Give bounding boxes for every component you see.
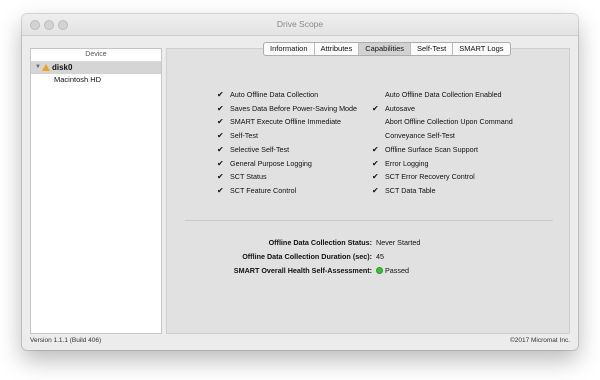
- checkmark-icon: ✔: [217, 117, 224, 127]
- health-value: Passed: [385, 266, 409, 275]
- copyright-label: ©2017 Micromat Inc.: [509, 337, 570, 344]
- offline-duration-label: Offline Data Collection Duration (sec):: [242, 252, 372, 261]
- capability-label: SCT Feature Control: [230, 185, 297, 195]
- capability-label: Error Logging: [385, 158, 429, 168]
- checkmark-icon: ✔: [372, 103, 379, 113]
- app-window: Drive Scope Device ▼ disk0 Macintosh HD …: [22, 14, 578, 350]
- checkmark-icon: ✔: [217, 158, 224, 168]
- checkmark-icon: ✔: [217, 90, 224, 99]
- offline-duration-value: 45: [376, 252, 384, 261]
- device-sidebar: Device ▼ disk0 Macintosh HD: [30, 48, 162, 334]
- version-label: Version 1.1.1 (Build 406): [30, 337, 102, 344]
- health-status-icon: [376, 267, 383, 274]
- checkmark-icon: ✔: [217, 144, 224, 154]
- tab-information[interactable]: Information: [264, 43, 315, 55]
- capability-label: SCT Error Recovery Control: [385, 172, 475, 182]
- tab-self-test[interactable]: Self-Test: [411, 43, 454, 55]
- capability-label: SCT Status: [230, 172, 267, 182]
- offline-status-value: Never Started: [376, 238, 421, 247]
- capability-label: General Purpose Logging: [230, 158, 312, 168]
- checkmark-icon: ✔: [372, 185, 379, 195]
- title-bar: Drive Scope: [22, 14, 578, 36]
- sidebar-item-macintosh-hd[interactable]: Macintosh HD: [31, 74, 161, 86]
- offline-duration-row: Offline Data Collection Duration (sec): …: [167, 251, 571, 262]
- capability-label: SCT Data Table: [385, 185, 436, 195]
- health-value-wrap: Passed: [376, 265, 409, 276]
- tab-attributes[interactable]: Attributes: [315, 43, 360, 55]
- section-divider: [185, 220, 553, 221]
- checkmark-icon: ✔: [217, 103, 224, 113]
- health-row: SMART Overall Health Self-Assessment: Pa…: [167, 265, 571, 276]
- disclosure-triangle-icon[interactable]: ▼: [35, 64, 41, 70]
- capability-label: Conveyance Self-Test: [385, 131, 455, 141]
- capability-label: Autosave: [385, 103, 415, 113]
- capability-label: Self-Test: [230, 131, 258, 141]
- offline-status-row: Offline Data Collection Status: Never St…: [167, 237, 571, 248]
- capability-label: Abort Offline Collection Upon Command: [385, 117, 513, 127]
- sidebar-item-disk0[interactable]: ▼ disk0: [31, 62, 161, 74]
- checkmark-icon: ✔: [217, 172, 224, 182]
- disk-label: disk0: [52, 63, 73, 72]
- health-label: SMART Overall Health Self-Assessment:: [233, 266, 372, 275]
- tab-bar: Information Attributes Capabilities Self…: [263, 42, 511, 56]
- capability-label: SMART Execute Offline Immediate: [230, 117, 342, 127]
- tab-smart-logs[interactable]: SMART Logs: [453, 43, 509, 55]
- sidebar-header: Device: [31, 49, 161, 62]
- window-title: Drive Scope: [276, 19, 324, 29]
- capability-label: Offline Surface Scan Support: [385, 144, 478, 154]
- offline-status-label: Offline Data Collection Status:: [268, 238, 372, 247]
- tab-capabilities[interactable]: Capabilities: [359, 43, 411, 55]
- checkmark-icon: ✔: [372, 172, 379, 182]
- checkmark-icon: ✔: [217, 185, 224, 195]
- capability-label: Selective Self-Test: [230, 144, 290, 154]
- warning-icon: [42, 64, 50, 71]
- capabilities-panel: Information Attributes Capabilities Self…: [166, 42, 571, 334]
- checkmark-icon: ✔: [217, 131, 224, 141]
- capability-label: Auto Offline Data Collection Enabled: [385, 90, 502, 99]
- checkmark-icon: ✔: [372, 144, 379, 154]
- checkmark-icon: ✔: [372, 158, 379, 168]
- capability-label: Saves Data Before Power-Saving Mode: [230, 103, 358, 113]
- capability-label: Auto Offline Data Collection: [230, 90, 319, 99]
